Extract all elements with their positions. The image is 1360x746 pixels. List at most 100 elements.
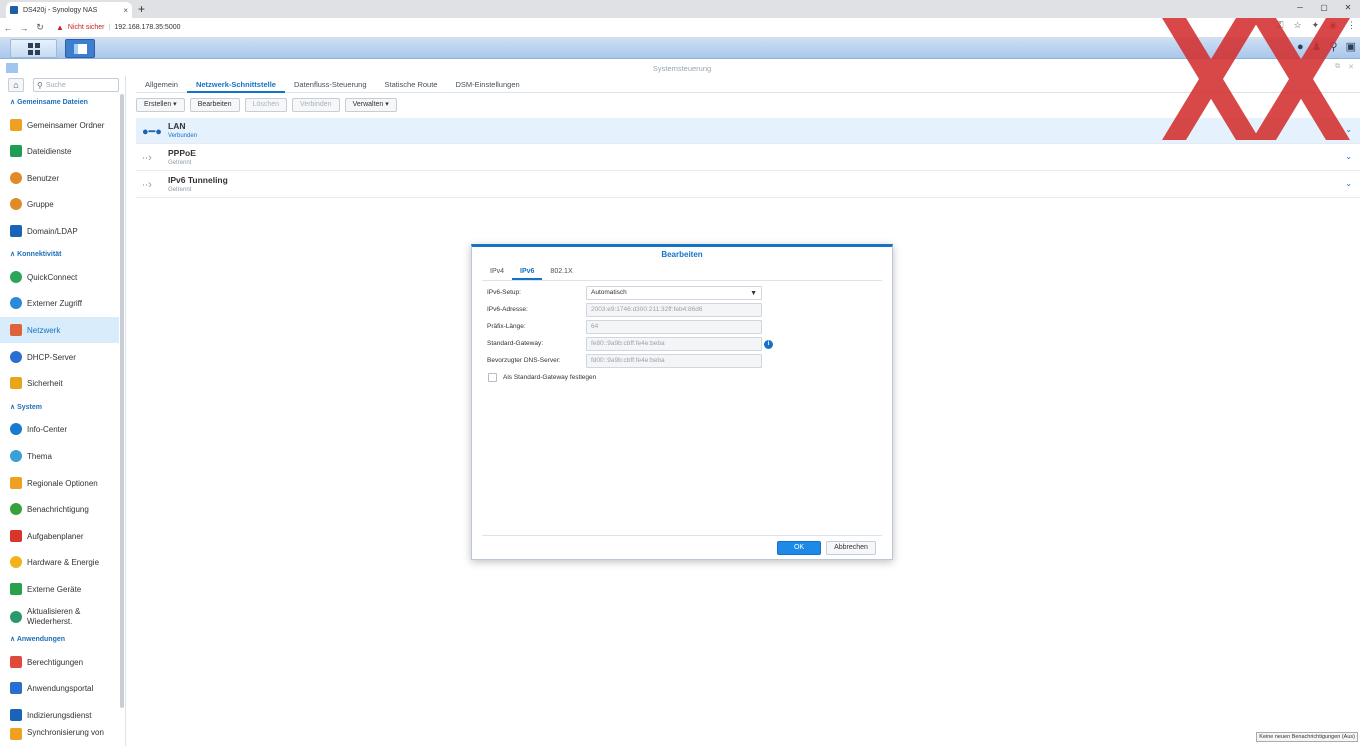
sidebar-item-external-devices[interactable]: Externe Geräte bbox=[0, 576, 119, 602]
interface-row-lan[interactable]: ●━● LAN Verbunden ⌄ bbox=[136, 118, 1360, 144]
tab-8021x[interactable]: 802.1X bbox=[542, 264, 580, 280]
connect-button[interactable]: Verbinden bbox=[292, 98, 340, 112]
tab-static-route[interactable]: Statische Route bbox=[376, 76, 447, 93]
file-services-icon bbox=[10, 145, 22, 157]
dsm-taskbar bbox=[0, 38, 1360, 59]
star-icon[interactable]: ☆ bbox=[1294, 20, 1302, 31]
sidebar-item-hardware-power[interactable]: Hardware & Energie bbox=[0, 549, 119, 575]
restore-icon[interactable]: ⧉ bbox=[1335, 63, 1340, 71]
forward-icon[interactable]: → bbox=[16, 23, 32, 33]
chevron-down-icon[interactable]: ⌄ bbox=[1345, 152, 1352, 161]
home-icon: ⌂ bbox=[13, 80, 19, 90]
group-icon bbox=[10, 198, 22, 210]
home-button[interactable]: ⌂ bbox=[8, 78, 24, 92]
prefix-length-field[interactable]: 64 bbox=[586, 320, 762, 334]
default-gateway-field[interactable]: fe80::9a9b:cbff:fe4e:beba bbox=[586, 337, 762, 351]
preferred-dns-field[interactable]: fd00::9a9b:cbff:fe4e:beba bbox=[586, 354, 762, 368]
tab-close-icon[interactable]: × bbox=[123, 6, 128, 15]
interface-name: PPPoE bbox=[168, 148, 196, 158]
widgets-icon[interactable]: ▣ bbox=[1346, 40, 1356, 53]
chevron-down-icon[interactable]: ⌄ bbox=[1345, 125, 1352, 134]
sidebar-item-dhcp-server[interactable]: DHCP-Server bbox=[0, 344, 119, 370]
reload-icon[interactable]: ↻ bbox=[32, 22, 48, 33]
url-field[interactable]: ▲ Nicht sicher | 192.168.178.35:5000 bbox=[56, 23, 181, 32]
close-icon[interactable]: ✕ bbox=[1348, 63, 1354, 71]
user-icon[interactable]: ♟ bbox=[1312, 40, 1322, 53]
key-icon[interactable]: ⚿ bbox=[1277, 20, 1284, 31]
chat-bubble-icon bbox=[10, 503, 22, 515]
info-icon[interactable]: i bbox=[764, 340, 773, 349]
tab-ipv6[interactable]: IPv6 bbox=[512, 264, 543, 280]
delete-button[interactable]: Löschen bbox=[244, 98, 288, 112]
dsm-taskbar-right: ● ♟ ⚲ ▣ bbox=[1297, 40, 1356, 54]
sidebar-item-notification[interactable]: Benachrichtigung bbox=[0, 496, 119, 522]
ok-button[interactable]: OK bbox=[777, 541, 821, 555]
bulb-icon bbox=[10, 556, 22, 568]
sidebar-scrollbar[interactable] bbox=[120, 94, 124, 708]
sidebar-item-external-access[interactable]: Externer Zugriff bbox=[0, 290, 119, 316]
search-icon[interactable]: ⚲ bbox=[1330, 40, 1338, 53]
interface-row-pppoe[interactable]: ∙∙› PPPoE Getrennt ⌄ bbox=[136, 145, 1360, 171]
regional-icon bbox=[10, 477, 22, 489]
create-button[interactable]: Erstellen ▾ bbox=[136, 98, 185, 112]
edit-button[interactable]: Bearbeiten bbox=[189, 98, 240, 112]
sidebar-item-info-center[interactable]: Info-Center bbox=[0, 416, 119, 442]
maximize-icon[interactable]: ▢ bbox=[1312, 0, 1336, 18]
sidebar-item-privileges[interactable]: Berechtigungen bbox=[0, 649, 119, 675]
sidebar-item-domain-ldap[interactable]: Domain/LDAP bbox=[0, 218, 119, 244]
sidebar-item-user[interactable]: Benutzer bbox=[0, 165, 119, 191]
cancel-button[interactable]: Abbrechen bbox=[826, 541, 876, 555]
interface-row-ipv6-tunneling[interactable]: ∙∙› IPv6 Tunneling Getrennt ⌄ bbox=[136, 172, 1360, 198]
section-shared-files[interactable]: ∧ Gemeinsame Dateien bbox=[10, 98, 88, 106]
main-menu-button[interactable] bbox=[10, 39, 57, 58]
sidebar-item-group[interactable]: Gruppe bbox=[0, 191, 119, 217]
globe-icon bbox=[10, 297, 22, 309]
sidebar-item-theme[interactable]: Thema bbox=[0, 443, 119, 469]
interface-status: Getrennt bbox=[168, 160, 192, 166]
minimize-icon[interactable]: ─ bbox=[1288, 0, 1312, 18]
section-applications[interactable]: ∧ Anwendungen bbox=[10, 635, 65, 643]
default-gateway-checkbox-label[interactable]: Als Standard-Gateway festlegen bbox=[503, 374, 596, 381]
shield-icon bbox=[10, 377, 22, 389]
profile-icon[interactable]: ◉ bbox=[1329, 20, 1337, 31]
sidebar-item-network[interactable]: Netzwerk bbox=[0, 317, 119, 343]
section-system[interactable]: ∧ System bbox=[10, 403, 42, 411]
sidebar-item-application-portal[interactable]: Anwendungsportal bbox=[0, 675, 119, 701]
disconnected-link-icon: ∙∙› bbox=[142, 179, 152, 191]
new-tab-button[interactable]: + bbox=[138, 2, 145, 16]
app-grid-icon bbox=[27, 42, 40, 55]
ipv6-address-field[interactable]: 2003:e9:1746:d300:211:32ff:feb4:86d6 bbox=[586, 303, 762, 317]
sidebar-item-file-services[interactable]: Dateidienste bbox=[0, 138, 119, 164]
menu-icon[interactable]: ⋮ bbox=[1347, 20, 1356, 31]
browser-tab[interactable]: DS420j - Synology NAS × bbox=[6, 2, 132, 18]
tab-traffic-control[interactable]: Datenfluss-Steuerung bbox=[285, 76, 376, 93]
notification-icon[interactable]: ● bbox=[1297, 41, 1304, 53]
extension-icon[interactable]: ✦ bbox=[1312, 20, 1320, 31]
tab-dsm-settings[interactable]: DSM-Einstellungen bbox=[446, 76, 528, 93]
sidebar-item-shared-folder[interactable]: Gemeinsamer Ordner bbox=[0, 112, 119, 138]
toolbar: Erstellen ▾ Bearbeiten Löschen Verbinden… bbox=[136, 98, 397, 112]
search-icon: ⚲ bbox=[37, 80, 43, 90]
tab-ipv4[interactable]: IPv4 bbox=[482, 264, 512, 280]
control-panel-taskbar-button[interactable] bbox=[65, 39, 95, 58]
section-connectivity[interactable]: ∧ Konnektivität bbox=[10, 250, 61, 258]
search-input[interactable]: ⚲ Suche bbox=[33, 78, 119, 92]
sidebar-item-security[interactable]: Sicherheit bbox=[0, 370, 119, 396]
notification-status[interactable]: Keine neuen Benachrichtigungen (Aus) bbox=[1256, 732, 1358, 742]
tab-general[interactable]: Allgemein bbox=[136, 76, 187, 93]
info-icon bbox=[10, 423, 22, 435]
sidebar-item-indexing-service[interactable]: Indizierungsdienst bbox=[0, 702, 119, 728]
sidebar-item-update-restore[interactable]: Aktualisieren & Wiederherst. bbox=[0, 603, 119, 631]
tab-title: DS420j - Synology NAS bbox=[23, 6, 98, 14]
back-icon[interactable]: ← bbox=[0, 23, 16, 33]
manage-button[interactable]: Verwalten ▾ bbox=[344, 98, 397, 112]
sidebar-item-regional-options[interactable]: Regionale Optionen bbox=[0, 470, 119, 496]
sidebar-item-task-scheduler[interactable]: Aufgabenplaner bbox=[0, 523, 119, 549]
ipv6-setup-select[interactable]: Automatisch ▼ bbox=[586, 286, 762, 300]
sidebar-item-quickconnect[interactable]: QuickConnect bbox=[0, 264, 119, 290]
tab-network-interface[interactable]: Netzwerk-Schnittstelle bbox=[186, 76, 285, 93]
close-window-icon[interactable]: ✕ bbox=[1336, 0, 1360, 18]
sidebar-item-sync[interactable]: Synchronisierung von bbox=[0, 728, 119, 746]
chevron-down-icon[interactable]: ⌄ bbox=[1345, 179, 1352, 188]
default-gateway-checkbox[interactable] bbox=[488, 373, 497, 382]
